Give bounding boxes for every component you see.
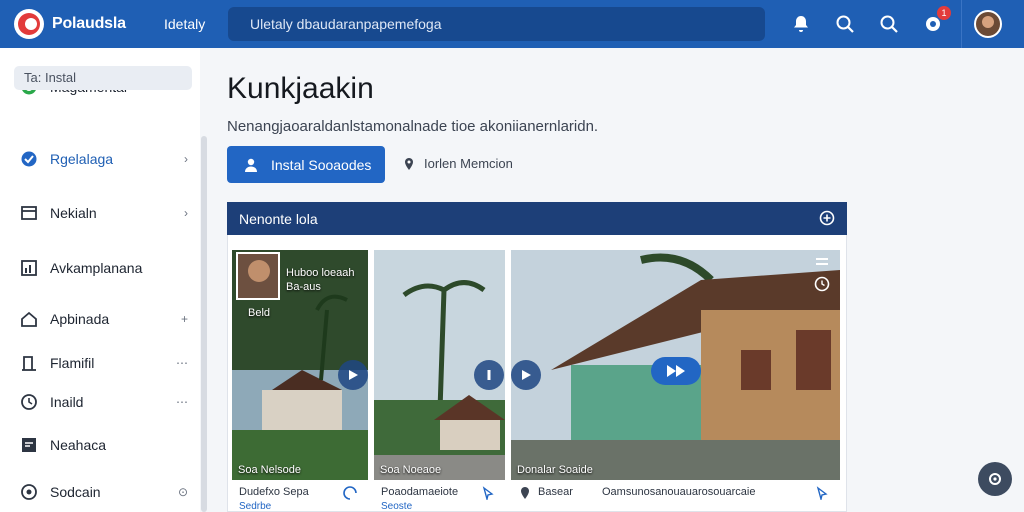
add-circle-icon[interactable]	[819, 210, 835, 226]
sidebar-item-label: Flamifil	[50, 355, 95, 371]
radio-icon[interactable]: ⊙	[178, 485, 188, 499]
notification-badge: 1	[937, 6, 951, 20]
sidebar-item-label: Neahaca	[50, 437, 107, 453]
sidebar-item-nekialn[interactable]: Nekialn ›	[20, 204, 188, 222]
panel-header: Nenonte lola	[227, 202, 847, 235]
user-icon	[245, 158, 257, 172]
search-input[interactable]: Uletaly dbaudaranpapemefoga	[228, 7, 765, 41]
card-caption: Soa Nelsode	[238, 464, 301, 476]
profile-text: Huboo loeaah Ba-aus Beld	[248, 267, 355, 319]
more-icon[interactable]: ⋯	[176, 395, 188, 409]
search-icon[interactable]	[867, 0, 911, 48]
brand-name: Polaudsla	[52, 15, 126, 32]
home-icon	[20, 310, 38, 328]
card-caption: Soa Noeaoe	[380, 464, 442, 476]
settings-icon	[20, 483, 38, 501]
overlay-tag: Beld	[248, 307, 271, 319]
card-meta-extra: Oamsunosanouauarosouarcaie	[602, 486, 756, 498]
sidebar-item-label: Sodcain	[50, 484, 101, 500]
install-button-label: Instal Sooaodes	[271, 156, 372, 173]
play-icon	[522, 370, 531, 380]
pointer-icon[interactable]	[815, 486, 829, 500]
play-button[interactable]	[338, 360, 368, 390]
sidebar-item-label: Avkamplanana	[50, 260, 143, 276]
clock-icon	[20, 393, 38, 411]
card-meta: Basear	[538, 486, 573, 498]
page-subtitle: Nenangjaoaraldanlstamonalnade tioe akoni…	[227, 118, 599, 135]
gear-icon[interactable]: 1	[911, 0, 955, 48]
message-icon	[20, 436, 38, 454]
brand-logo	[14, 9, 44, 39]
card-meta: Poaodamaeiote Seoste	[381, 486, 459, 512]
bell-icon[interactable]	[779, 0, 823, 48]
page-title: Kunkjaakin	[227, 72, 374, 105]
sidebar-item-avkamplanana[interactable]: Avkamplanana	[20, 259, 188, 277]
share-icon[interactable]	[343, 486, 357, 500]
sidebar-search-item[interactable]: Ta: Instal	[14, 66, 192, 90]
top-navigation-bar: Polaudsla Idetaly Uletaly dbaudaranpapem…	[0, 0, 1024, 48]
check-badge-icon	[20, 150, 38, 168]
chevron-right-icon: ›	[184, 152, 188, 166]
video-card[interactable]: Soa Noeaoe	[374, 250, 505, 480]
fast-forward-icon	[667, 365, 685, 377]
nav-link[interactable]: Idetaly	[164, 16, 226, 32]
location-pin-icon	[521, 487, 529, 499]
brand[interactable]: Polaudsla	[14, 9, 164, 39]
play-icon	[349, 370, 358, 380]
fast-forward-button[interactable]	[651, 357, 701, 385]
pause-icon	[487, 370, 491, 380]
play-button[interactable]	[511, 360, 541, 390]
panel-title: Nenonte lola	[239, 210, 318, 227]
timer-icon[interactable]	[814, 276, 830, 292]
video-card[interactable]: Donalar Soaide	[511, 250, 840, 480]
profile-thumbnail[interactable]	[236, 252, 280, 300]
sidebar-item-inaild[interactable]: Inaild ⋯	[20, 393, 188, 411]
search-icon[interactable]	[823, 0, 867, 48]
pointer-icon[interactable]	[481, 486, 495, 500]
location-pin-icon	[405, 157, 413, 170]
more-icon[interactable]: ⋯	[176, 356, 188, 370]
sidebar-item-label: Nekialn	[50, 205, 97, 221]
avatar[interactable]	[974, 10, 1002, 38]
location-label: Iorlen Memcion	[424, 156, 513, 171]
plus-icon[interactable]: +	[181, 312, 188, 326]
floating-action-button[interactable]	[978, 462, 1012, 496]
settings-cog-icon	[989, 473, 1001, 485]
location-link[interactable]: Iorlen Memcion	[402, 156, 513, 171]
sidebar-item-neahaca[interactable]: Neahaca	[20, 436, 188, 454]
sidebar-item-flamifil[interactable]: Flamifil ⋯	[20, 354, 188, 372]
chart-icon	[20, 259, 38, 277]
sidebar-item-sodcain[interactable]: Sodcain ⊙	[20, 483, 188, 501]
sidebar-item-label: Inaild	[50, 394, 84, 410]
sidebar-item-label: Rgelalaga	[50, 151, 114, 167]
divider	[961, 0, 962, 48]
window-icon	[20, 204, 38, 222]
play-button[interactable]	[474, 360, 504, 390]
menu-icon[interactable]	[814, 256, 830, 268]
sidebar-item-label: Apbinada	[50, 311, 110, 327]
install-button[interactable]: Instal Sooaodes	[227, 146, 385, 183]
sidebar-item-rgelalaga[interactable]: Rgelalaga ›	[20, 150, 188, 168]
sidebar-scrollbar[interactable]	[201, 136, 207, 512]
chevron-right-icon: ›	[184, 206, 188, 220]
card-meta: Dudefxo Sepa Sedrbe	[239, 486, 309, 512]
card-caption: Donalar Soaide	[517, 464, 593, 476]
sidebar-item-apbinada[interactable]: Apbinada +	[20, 310, 188, 328]
door-icon	[20, 354, 38, 372]
